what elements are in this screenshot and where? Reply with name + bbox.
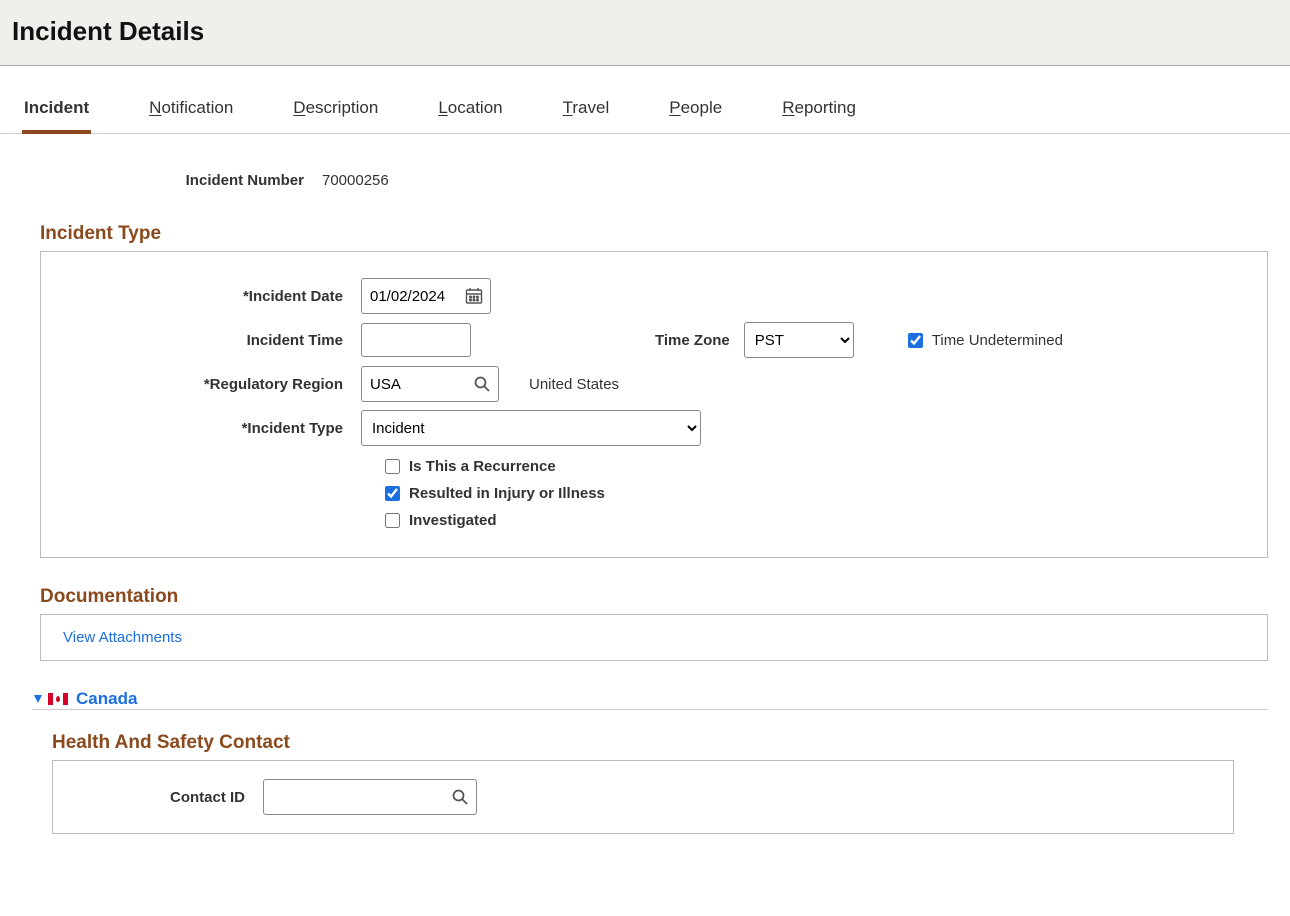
tabs-container: Incident Notification Description Locati…	[0, 66, 1290, 134]
contact-id-label: Contact ID	[73, 789, 263, 806]
canada-label[interactable]: Canada	[76, 689, 137, 709]
time-zone-label: Time Zone	[655, 332, 730, 349]
collapse-triangle-icon[interactable]	[32, 693, 44, 705]
tab-notification[interactable]: Notification	[147, 90, 235, 133]
incident-number-value: 70000256	[322, 172, 389, 189]
is-recurrence-label[interactable]: Is This a Recurrence	[409, 458, 556, 475]
regulatory-region-input[interactable]	[362, 367, 466, 401]
tab-description[interactable]: Description	[291, 90, 380, 133]
contact-id-input-wrap	[263, 779, 477, 815]
resulted-injury-label[interactable]: Resulted in Injury or Illness	[409, 485, 605, 502]
canada-flag-icon	[48, 693, 68, 705]
calendar-icon[interactable]	[458, 279, 490, 313]
documentation-section: View Attachments	[40, 614, 1268, 661]
investigated-checkbox[interactable]	[385, 513, 400, 528]
search-icon[interactable]	[466, 367, 498, 401]
documentation-section-title: Documentation	[40, 586, 1268, 608]
page-title: Incident Details	[12, 16, 1278, 47]
incident-type-section: *Incident Date	[40, 251, 1268, 558]
tab-incident[interactable]: Incident	[22, 90, 91, 134]
contact-id-input[interactable]	[264, 780, 444, 814]
time-undetermined-label[interactable]: Time Undetermined	[932, 332, 1063, 349]
incident-date-label: *Incident Date	[61, 288, 361, 305]
regulatory-region-input-wrap	[361, 366, 499, 402]
canada-collapse-header[interactable]: Canada	[32, 689, 1268, 710]
regulatory-region-display: United States	[529, 376, 619, 393]
tab-reporting[interactable]: Reporting	[780, 90, 858, 133]
resulted-injury-checkbox[interactable]	[385, 486, 400, 501]
incident-type-section-title: Incident Type	[40, 223, 1268, 245]
view-attachments-link[interactable]: View Attachments	[63, 629, 182, 646]
incident-type-label: *Incident Type	[61, 420, 361, 437]
search-icon[interactable]	[444, 780, 476, 814]
incident-time-input[interactable]	[361, 323, 471, 357]
incident-time-label: Incident Time	[61, 332, 361, 349]
tab-people[interactable]: People	[667, 90, 724, 133]
investigated-label[interactable]: Investigated	[409, 512, 497, 529]
incident-date-input[interactable]	[362, 279, 458, 313]
regulatory-region-label: *Regulatory Region	[61, 376, 361, 393]
incident-number-label: Incident Number	[22, 172, 322, 189]
incident-date-input-wrap	[361, 278, 491, 314]
time-zone-select[interactable]: PST	[744, 322, 854, 358]
tab-location[interactable]: Location	[436, 90, 504, 133]
incident-type-select[interactable]: Incident	[361, 410, 701, 446]
health-safety-section: Contact ID	[52, 760, 1234, 834]
tab-travel[interactable]: Travel	[561, 90, 612, 133]
is-recurrence-checkbox[interactable]	[385, 459, 400, 474]
time-undetermined-checkbox[interactable]	[908, 333, 923, 348]
health-safety-section-title: Health And Safety Contact	[52, 732, 1268, 754]
